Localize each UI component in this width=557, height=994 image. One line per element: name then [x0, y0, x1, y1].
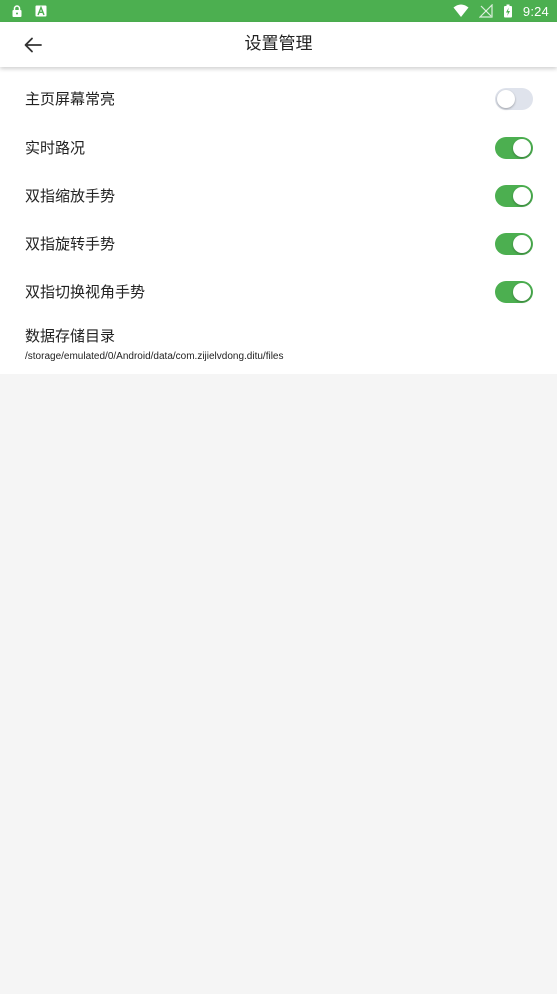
back-button[interactable] — [18, 31, 48, 59]
setting-row-rotate[interactable]: 双指旋转手势 — [0, 220, 557, 268]
setting-label: 双指切换视角手势 — [25, 283, 146, 301]
rotate-toggle[interactable] — [495, 233, 533, 255]
setting-label: 双指旋转手势 — [25, 235, 116, 253]
setting-label: 双指缩放手势 — [25, 187, 116, 205]
tilt-toggle[interactable] — [495, 281, 533, 303]
toggle-knob — [497, 90, 515, 108]
toggle-knob — [513, 187, 531, 205]
no-signal-icon — [478, 4, 493, 18]
page-title: 设置管理 — [244, 34, 313, 54]
setting-row-tilt[interactable]: 双指切换视角手势 — [0, 268, 557, 316]
setting-row-traffic[interactable]: 实时路况 — [0, 124, 557, 172]
status-bar: 9:24 — [0, 0, 557, 22]
storage-dir-path: /storage/emulated/0/Android/data/com.zij… — [25, 351, 284, 362]
setting-row-pinch-zoom[interactable]: 双指缩放手势 — [0, 172, 557, 220]
setting-row-screen-on[interactable]: 主页屏幕常亮 — [0, 75, 557, 123]
toggle-knob — [513, 139, 531, 157]
lock-icon — [12, 5, 22, 17]
storage-dir-title: 数据存储目录 — [25, 327, 116, 345]
traffic-toggle[interactable] — [495, 137, 533, 159]
screen-on-toggle[interactable] — [495, 88, 533, 110]
battery-charging-icon — [503, 4, 512, 18]
status-left-icons — [10, 4, 48, 18]
toggle-knob — [513, 235, 531, 253]
wifi-icon — [453, 4, 469, 17]
settings-list: 主页屏幕常亮 实时路况 双指缩放手势 双指旋转手势 双指切换视角手势 数据存储目… — [0, 67, 557, 374]
arrow-left-icon — [24, 37, 42, 53]
status-time: 9:24 — [522, 3, 549, 19]
app-bar: 设置管理 — [0, 22, 557, 67]
setting-label: 实时路况 — [25, 139, 86, 157]
a-notification-icon — [35, 5, 47, 17]
status-right-icons: 9:24 — [453, 4, 549, 19]
toggle-knob — [513, 283, 531, 301]
pinch-zoom-toggle[interactable] — [495, 185, 533, 207]
setting-label: 主页屏幕常亮 — [25, 90, 116, 108]
